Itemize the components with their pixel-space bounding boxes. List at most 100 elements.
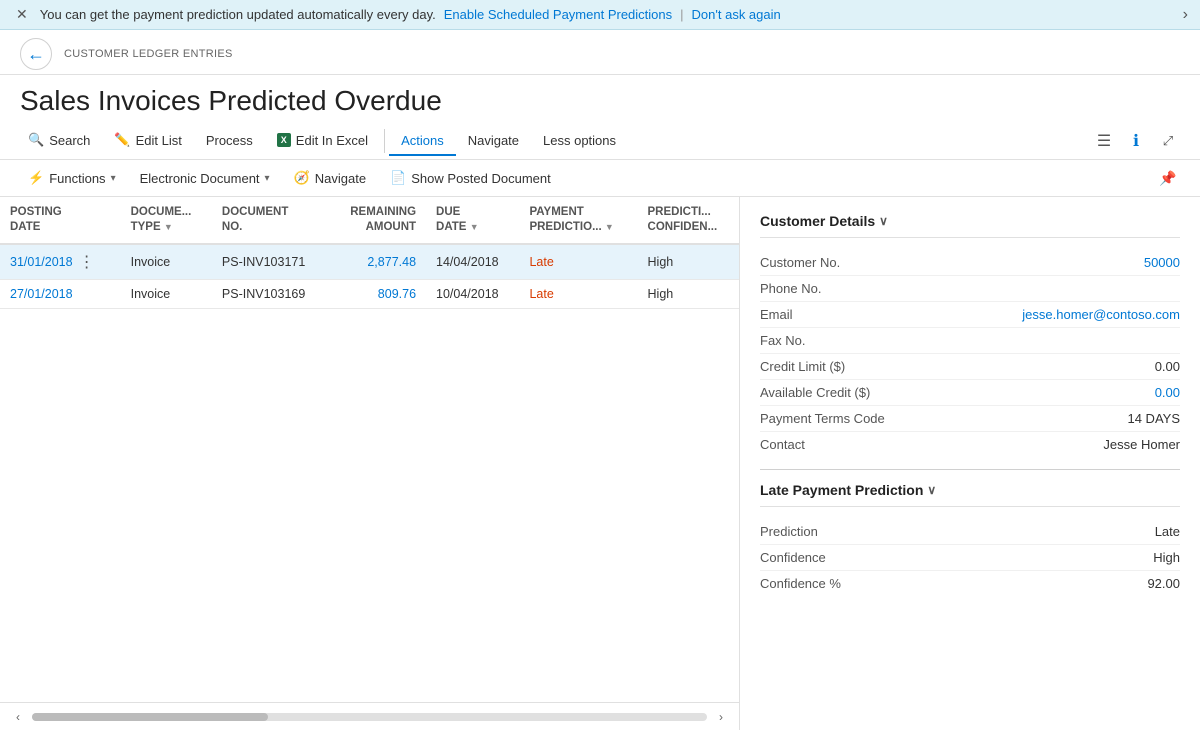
customer-field: Available Credit ($) 0.00 [760, 380, 1180, 406]
dont-ask-link[interactable]: Don't ask again [692, 7, 781, 22]
col-confidence: PREDICTI...CONFIDEN... [638, 197, 739, 244]
data-table: POSTINGDATE DOCUME...TYPE ▼ DOCUMENTNO. … [0, 197, 739, 309]
late-payment-chevron-icon[interactable]: ∨ [927, 483, 936, 497]
search-icon: 🔍 [28, 132, 44, 148]
notification-expand-icon[interactable]: › [1183, 6, 1188, 24]
field-value: 14 DAYS [1127, 411, 1180, 426]
field-label: Email [760, 307, 793, 322]
notification-bar: ✕ You can get the payment prediction upd… [0, 0, 1200, 30]
cell-payment-pred: Late [519, 244, 637, 280]
late-payment-section: Late Payment Prediction ∨ [760, 482, 1180, 507]
cell-doc-type: Invoice [121, 279, 212, 308]
doc-type-sort-icon[interactable]: ▼ [164, 222, 173, 232]
electronic-doc-button[interactable]: Electronic Document ▾ [128, 166, 282, 191]
bolt-icon: ⚡ [28, 170, 44, 186]
show-posted-button[interactable]: 📄 Show Posted Document [378, 165, 563, 191]
field-value: 92.00 [1147, 576, 1180, 591]
field-value: Late [1155, 524, 1180, 539]
field-value: 0.00 [1155, 359, 1180, 374]
customer-field: Phone No. [760, 276, 1180, 302]
cell-remaining: 809.76 [329, 279, 426, 308]
page-title-area: Sales Invoices Predicted Overdue [0, 75, 1200, 123]
column-settings-button[interactable]: ☰ [1088, 125, 1120, 157]
edit-list-button[interactable]: ✏️ Edit List [102, 126, 193, 156]
field-label: Confidence % [760, 576, 841, 591]
edit-excel-button[interactable]: X Edit In Excel [265, 127, 380, 156]
customer-field: Credit Limit ($) 0.00 [760, 354, 1180, 380]
navigate2-button[interactable]: 🧭 Navigate [282, 165, 379, 191]
late-payment-field: Prediction Late [760, 519, 1180, 545]
cell-remaining: 2,877.48 [329, 244, 426, 280]
expand-icon: ⤢ [1163, 133, 1173, 149]
actions-button[interactable]: Actions [389, 127, 456, 156]
excel-icon: X [277, 133, 291, 147]
back-button[interactable] [20, 38, 52, 70]
customer-field: Email jesse.homer@contoso.com [760, 302, 1180, 328]
field-label: Fax No. [760, 333, 806, 348]
panel-divider [760, 469, 1180, 470]
table-row[interactable]: 27/01/2018InvoicePS-INV103169809.7610/04… [0, 279, 739, 308]
field-value: Jesse Homer [1103, 437, 1180, 452]
breadcrumb: CUSTOMER LEDGER ENTRIES [64, 48, 233, 60]
horizontal-scrollbar: ‹ › [0, 702, 739, 730]
field-label: Contact [760, 437, 805, 452]
scroll-thumb [32, 713, 268, 721]
payment-pred-sort-icon[interactable]: ▼ [605, 222, 614, 232]
field-label: Confidence [760, 550, 826, 565]
page-title: Sales Invoices Predicted Overdue [20, 85, 1180, 117]
cell-due-date: 10/04/2018 [426, 279, 519, 308]
process-button[interactable]: Process [194, 127, 265, 156]
scroll-right-button[interactable]: › [711, 707, 731, 727]
table-row[interactable]: 31/01/2018⋮InvoicePS-INV1031712,877.4814… [0, 244, 739, 280]
toolbar-separator [384, 129, 385, 153]
field-label: Available Credit ($) [760, 385, 870, 400]
col-due-date: DUEDATE ▼ [426, 197, 519, 244]
search-button[interactable]: 🔍 Search [16, 126, 102, 156]
arrow-back-icon [27, 44, 45, 65]
cell-posting-date: 27/01/2018 [0, 280, 121, 308]
scroll-left-button[interactable]: ‹ [8, 707, 28, 727]
field-value[interactable]: 50000 [1144, 255, 1180, 270]
field-value[interactable]: jesse.homer@contoso.com [1022, 307, 1180, 322]
info-button[interactable]: ℹ [1120, 125, 1152, 157]
row-actions-button[interactable]: ⋮ [77, 252, 97, 272]
field-label: Prediction [760, 524, 818, 539]
cell-due-date: 14/04/2018 [426, 244, 519, 280]
main-content: POSTINGDATE DOCUME...TYPE ▼ DOCUMENTNO. … [0, 197, 1200, 730]
late-payment-field: Confidence % 92.00 [760, 571, 1180, 596]
cell-payment-pred: Late [519, 279, 637, 308]
field-label: Customer No. [760, 255, 840, 270]
customer-details-chevron-icon[interactable]: ∨ [879, 214, 888, 228]
field-label: Credit Limit ($) [760, 359, 845, 374]
less-options-button[interactable]: Less options [531, 127, 628, 156]
due-date-sort-icon[interactable]: ▼ [470, 222, 479, 232]
customer-fields: Customer No. 50000 Phone No. Email jesse.hom… [760, 250, 1180, 457]
notification-message: You can get the payment prediction updat… [40, 7, 436, 22]
close-notification-button[interactable]: ✕ [16, 6, 28, 23]
field-value: 0.00 [1155, 385, 1180, 400]
toolbar-row1: 🔍 Search ✏️ Edit List Process X Edit In … [0, 123, 1200, 160]
cell-doc-no: PS-INV103169 [212, 279, 329, 308]
navigate-button[interactable]: Navigate [456, 127, 531, 156]
pin-button[interactable]: 📌 [1152, 162, 1184, 194]
late-payment-fields: Prediction Late Confidence High Confidence %… [760, 519, 1180, 596]
col-payment-pred: PAYMENTPREDICTIO... ▼ [519, 197, 637, 244]
customer-field: Fax No. [760, 328, 1180, 354]
col-doc-type: DOCUME...TYPE ▼ [121, 197, 212, 244]
field-label: Payment Terms Code [760, 411, 885, 426]
functions-chevron-icon: ▾ [111, 173, 116, 184]
col-posting-date: POSTINGDATE [0, 197, 121, 244]
table-header-row: POSTINGDATE DOCUME...TYPE ▼ DOCUMENTNO. … [0, 197, 739, 244]
customer-field: Contact Jesse Homer [760, 432, 1180, 457]
cell-doc-type: Invoice [121, 244, 212, 280]
customer-field: Payment Terms Code 14 DAYS [760, 406, 1180, 432]
pin-icon: 📌 [1159, 170, 1176, 187]
table-area: POSTINGDATE DOCUME...TYPE ▼ DOCUMENTNO. … [0, 197, 740, 730]
elec-doc-chevron-icon: ▾ [265, 173, 270, 184]
cell-posting-date: 31/01/2018⋮ [0, 245, 121, 279]
scroll-track[interactable] [32, 713, 707, 721]
expand-button[interactable]: ⤢ [1152, 125, 1184, 157]
enable-scheduled-link[interactable]: Enable Scheduled Payment Predictions [444, 7, 672, 22]
functions-button[interactable]: ⚡ Functions ▾ [16, 165, 128, 191]
field-value: High [1153, 550, 1180, 565]
